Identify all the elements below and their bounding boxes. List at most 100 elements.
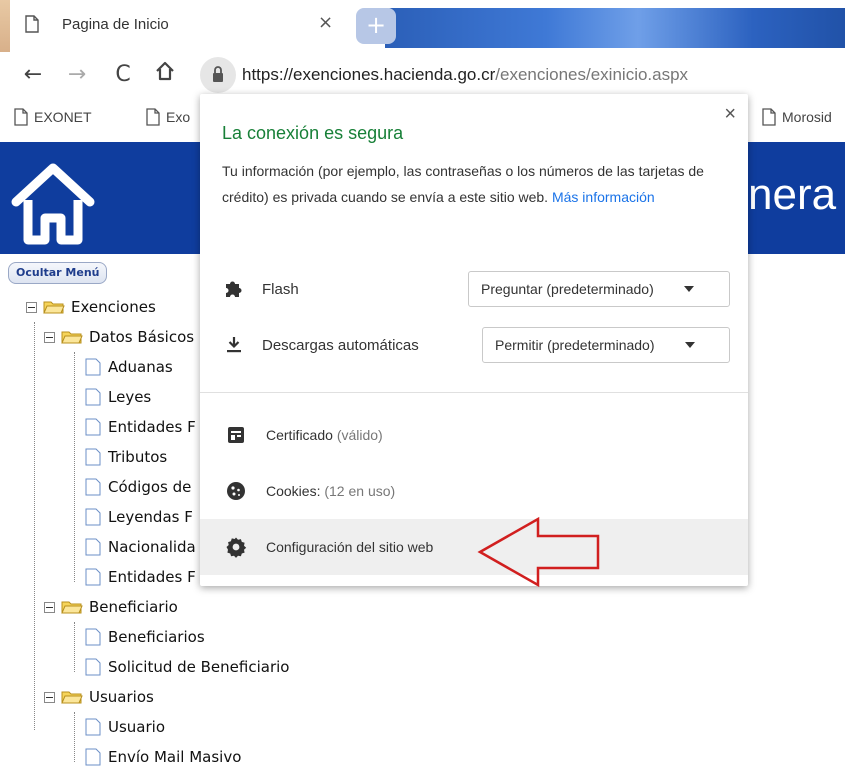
hide-menu-button[interactable]: Ocultar Menú <box>8 262 108 284</box>
home-outline-icon <box>156 61 174 81</box>
folder-open-icon <box>43 301 65 314</box>
document-icon <box>85 478 101 496</box>
tree-node-usuarios[interactable]: Usuarios <box>44 682 154 712</box>
certificate-text: Certificado <box>266 427 333 443</box>
document-icon <box>85 748 101 766</box>
folder-open-icon <box>61 691 83 704</box>
window-titlebar <box>385 8 845 48</box>
certificate-status: (válido) <box>336 427 383 443</box>
tree-label: Beneficiarios <box>108 628 205 646</box>
tree-guide <box>34 322 35 730</box>
flash-setting-select[interactable]: Preguntar (predeterminado) <box>468 271 730 307</box>
collapse-icon[interactable] <box>44 601 55 613</box>
document-icon <box>85 538 101 556</box>
tab-title: Pagina de Inicio <box>62 16 169 33</box>
url-text[interactable]: https://exenciones.hacienda.go.cr/exenci… <box>242 65 688 85</box>
close-icon[interactable]: × <box>724 104 736 124</box>
download-icon <box>227 337 241 353</box>
tree-label: Leyendas F <box>108 508 193 526</box>
bookmark-exo[interactable]: Exo <box>146 108 190 126</box>
site-settings-row[interactable]: Configuración del sitio web <box>200 519 748 575</box>
document-icon <box>85 508 101 526</box>
tree-label: Solicitud de Beneficiario <box>108 658 290 676</box>
tree-leaf-codigos[interactable]: Códigos de <box>84 472 191 502</box>
permission-label: Descargas automáticas <box>262 336 419 354</box>
lock-button[interactable] <box>200 57 236 93</box>
bookmark-exonet[interactable]: EXONET <box>14 108 92 126</box>
cookies-row[interactable]: Cookies: (12 en uso) <box>200 463 748 519</box>
folder-open-icon <box>61 331 83 344</box>
page-icon <box>762 108 776 126</box>
tree-label: Usuario <box>108 718 166 736</box>
cookies-text: Cookies: <box>266 483 321 499</box>
page-icon <box>14 108 28 126</box>
bookmark-label: Morosid <box>782 109 832 125</box>
tree-leaf-beneficiarios[interactable]: Beneficiarios <box>84 622 205 652</box>
site-settings-label: Configuración del sitio web <box>266 539 434 555</box>
address-bar[interactable]: https://exenciones.hacienda.go.cr/exenci… <box>198 55 845 95</box>
tree-guide <box>74 712 75 762</box>
downloads-setting-select[interactable]: Permitir (predeterminado) <box>482 327 730 363</box>
tree-label: Datos Básicos <box>89 328 195 346</box>
window-edge <box>0 0 10 52</box>
certificate-label: Certificado (válido) <box>266 427 383 443</box>
permission-flash: Flash Preguntar (predeterminado) <box>222 270 730 308</box>
tree-label: Códigos de <box>108 478 192 496</box>
document-icon <box>85 448 101 466</box>
document-icon <box>85 718 101 736</box>
home-icon[interactable] <box>8 156 98 250</box>
home-button[interactable] <box>150 60 180 90</box>
puzzle-icon <box>226 281 242 297</box>
bookmark-morosid[interactable]: Morosid <box>762 108 832 126</box>
document-icon <box>85 358 101 376</box>
tree-leaf-tributos[interactable]: Tributos <box>84 442 167 472</box>
tree-leaf-aduanas[interactable]: Aduanas <box>84 352 173 382</box>
browser-toolbar: ← → C https://exenciones.hacienda.go.cr/… <box>0 52 845 98</box>
tree-node-exenciones[interactable]: Exenciones <box>26 292 156 322</box>
tree-leaf-solicitud-beneficiario[interactable]: Solicitud de Beneficiario <box>84 652 289 682</box>
header-title: nera <box>748 170 837 219</box>
tree-label: Entidades F <box>108 568 196 586</box>
reload-button[interactable]: C <box>108 60 138 90</box>
tree-leaf-entidades-2[interactable]: Entidades F <box>84 562 196 592</box>
collapse-icon[interactable] <box>44 691 55 703</box>
annotation-arrow-icon <box>477 516 600 588</box>
lock-icon <box>213 66 223 82</box>
tree-label: Tributos <box>108 448 168 466</box>
select-value: Permitir (predeterminado) <box>495 337 655 353</box>
bookmark-label: Exo <box>166 109 191 125</box>
cookies-status: (12 en uso) <box>324 483 396 499</box>
cookies-label: Cookies: (12 en uso) <box>266 483 395 499</box>
tree-leaf-leyendas[interactable]: Leyendas F <box>84 502 193 532</box>
tree-label: Nacionalida <box>108 538 196 556</box>
back-button[interactable]: ← <box>18 60 48 90</box>
tree-leaf-leyes[interactable]: Leyes <box>84 382 151 412</box>
collapse-icon[interactable] <box>26 301 37 313</box>
certificate-icon <box>228 427 244 443</box>
tree-label: Beneficiario <box>89 598 178 616</box>
forward-button[interactable]: → <box>62 60 92 90</box>
document-icon <box>85 568 101 586</box>
url-path: /exenciones/exinicio.aspx <box>495 65 689 84</box>
document-icon <box>85 628 101 646</box>
certificate-row[interactable]: Certificado (válido) <box>200 407 748 463</box>
dropdown-arrow-icon <box>683 286 694 292</box>
permission-downloads: Descargas automáticas Permitir (predeter… <box>222 326 730 364</box>
new-tab-button[interactable]: + <box>356 8 396 44</box>
tree-node-beneficiario[interactable]: Beneficiario <box>44 592 178 622</box>
tree-node-datos-basicos[interactable]: Datos Básicos <box>44 322 194 352</box>
tree-leaf-envio-mail[interactable]: Envío Mail Masivo <box>84 742 241 772</box>
connection-description: Tu información (por ejemplo, las contras… <box>222 158 722 210</box>
tree-leaf-entidades[interactable]: Entidades F <box>84 412 196 442</box>
site-info-popup: × La conexión es segura Tu información (… <box>200 94 748 586</box>
tree-label: Exenciones <box>71 298 156 316</box>
tree-guide <box>74 622 75 672</box>
tree-label: Envío Mail Masivo <box>108 748 242 766</box>
collapse-icon[interactable] <box>44 331 55 343</box>
tree-leaf-usuario[interactable]: Usuario <box>84 712 165 742</box>
tree-leaf-nacionalidades[interactable]: Nacionalida <box>84 532 196 562</box>
more-info-link[interactable]: Más información <box>552 189 655 205</box>
select-value: Preguntar (predeterminado) <box>481 281 654 297</box>
permission-label: Flash <box>262 280 299 298</box>
tab-close-icon[interactable]: × <box>318 12 333 34</box>
